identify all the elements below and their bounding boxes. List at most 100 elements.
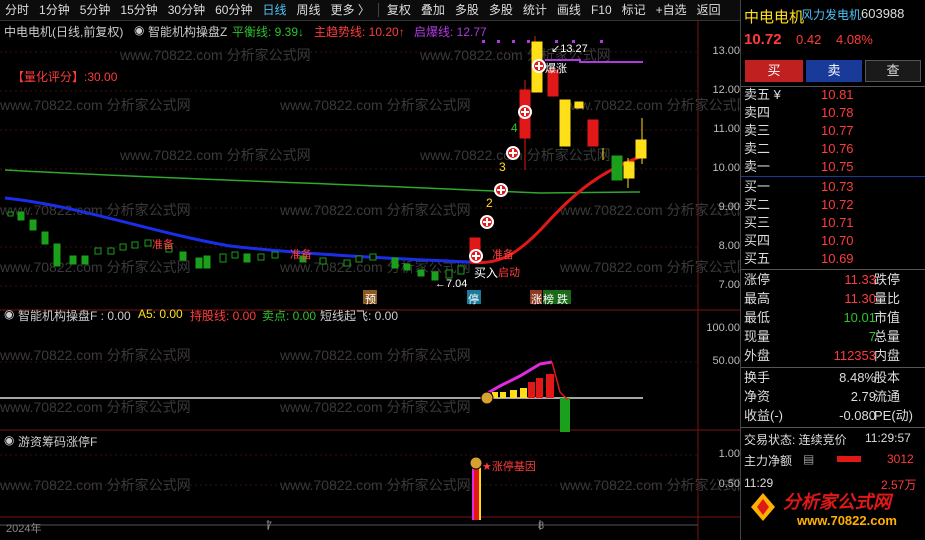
period-weekly[interactable]: 周线: [291, 0, 325, 20]
trade-time: 11:29:57: [865, 431, 911, 445]
sub1-dropdown-icon[interactable]: ◉: [4, 307, 14, 321]
multi-stock-button[interactable]: 多股: [450, 0, 484, 20]
watermark: www.70822.com 分析家公式网: [119, 147, 311, 163]
period-toolbar: 分时 1分钟 5分钟 15分钟 30分钟 60分钟 日线 周线 更多 〉 复权 …: [0, 0, 740, 21]
quote-panel: 中电电机 风力发电机 603988 10.72 0.42 4.08% 买 卖 查…: [740, 0, 925, 540]
bid-row-5[interactable]: 买五 10.69: [741, 250, 925, 268]
ask-row-2[interactable]: 卖二 10.76: [741, 140, 925, 158]
price-tick: 11.00: [713, 123, 740, 135]
indicator-name[interactable]: 智能机构操盘Z: [148, 23, 227, 40]
main-net-value: 3012: [887, 452, 914, 466]
bid-row-3[interactable]: 买三 10.71: [741, 214, 925, 232]
kline-chart-area[interactable]: www.70822.com 分析家公式网 www.70822.com 分析家公式…: [0, 20, 740, 540]
prepare-label: 准备: [290, 249, 312, 261]
xaxis-label: 2024年: [6, 523, 42, 535]
stat-volume: 现量 7 总量: [744, 329, 901, 344]
sub2-tick: 0.50: [718, 478, 740, 490]
sub1-a5: A5: 0.00: [138, 307, 183, 321]
explosion-label: 爆涨: [545, 63, 567, 75]
divider: [741, 427, 925, 428]
net-bar: [837, 456, 861, 462]
watermark: www.70822.com 分析家公式网: [279, 477, 471, 493]
prepare-label: 准备: [492, 249, 514, 261]
main-net-label: 主力净额: [744, 454, 793, 468]
ask-row-1[interactable]: 卖一 10.75: [741, 158, 925, 176]
wave-number: 2: [486, 196, 493, 210]
stock-code: 603988: [861, 6, 905, 21]
sub1-short: 短线起飞: 0.00: [320, 309, 399, 323]
f10-button[interactable]: F10: [586, 0, 617, 20]
balance-line-label: 平衡线: 9.39↓: [232, 25, 305, 39]
period-1min[interactable]: 1分钟: [34, 0, 75, 20]
list-icon[interactable]: ▤: [803, 452, 814, 466]
statistics-button[interactable]: 统计: [518, 0, 552, 20]
watermark: www.70822.com 分析家公式网: [279, 202, 471, 218]
period-more[interactable]: 更多 〉: [326, 0, 375, 20]
period-30min[interactable]: 30分钟: [163, 0, 210, 20]
tag-list: 榜: [543, 294, 554, 306]
xaxis-label: 7: [266, 520, 273, 532]
stat-net-asset: 净资 2.79 流通: [744, 389, 901, 404]
indicator-dropdown-icon[interactable]: ◉: [134, 23, 144, 37]
tag-halt: 停: [468, 294, 479, 306]
watermark: www.70822.com 分析家公式网: [119, 47, 311, 63]
start-label: 启动: [498, 267, 520, 279]
divider: [741, 269, 925, 270]
price-tick: 7.00: [718, 279, 740, 291]
chart-title: 中电电机(日线,前复权): [4, 25, 124, 39]
ask-row-3[interactable]: 卖三 10.77: [741, 122, 925, 140]
sub2-money-icon: [469, 456, 483, 470]
ask-row-4[interactable]: 卖四 10.78: [741, 104, 925, 122]
stock-name: 中电电机: [744, 9, 805, 26]
bid-row-4[interactable]: 买四 10.70: [741, 232, 925, 250]
sub1-money-icon: [480, 391, 494, 405]
prepare-label: 准备: [152, 239, 174, 251]
buy-label: 买入: [474, 266, 499, 280]
add-watchlist-button[interactable]: +自选: [651, 0, 692, 20]
multi-period-button[interactable]: 多股: [484, 0, 518, 20]
buy-button[interactable]: 买: [745, 60, 803, 82]
burst-line-label: 启爆线: 12.77: [414, 25, 487, 39]
trade-status: 交易状态: 连续竞价: [744, 433, 847, 447]
stat-outer: 外盘 112353 内盘: [744, 348, 901, 363]
trend-line-label: 主趋势线: 10.20↑: [314, 25, 405, 39]
divider: [741, 176, 925, 177]
restore-rights-button[interactable]: 复权: [382, 0, 416, 20]
back-button[interactable]: 返回: [692, 0, 726, 20]
price-change-pct: 4.08%: [836, 32, 873, 47]
sub1-tick: 100.00: [706, 322, 740, 334]
period-daily[interactable]: 日线: [257, 0, 291, 20]
ask-row-5[interactable]: 卖五 ¥10.81: [741, 86, 925, 104]
watermark: www.70822.com 分析家公式网: [279, 347, 471, 363]
high-annotation: ↙13.27: [551, 43, 588, 55]
price-tick: 13.00: [712, 45, 740, 57]
sub2-dropdown-icon[interactable]: ◉: [4, 433, 14, 447]
stock-concept[interactable]: 风力发电机: [801, 6, 861, 23]
wave-number: 3: [499, 160, 506, 174]
bid-row-1[interactable]: 买一 10.73: [741, 178, 925, 196]
stat-low: 最低 10.01 市值: [744, 310, 901, 325]
price-tick: 8.00: [718, 240, 740, 252]
sell-button[interactable]: 卖: [806, 60, 862, 82]
period-5min[interactable]: 5分钟: [75, 0, 116, 20]
watermark: www.70822.com 分析家公式网: [279, 399, 471, 415]
quant-score: 【量化评分】:30.00: [12, 70, 118, 84]
period-60min[interactable]: 60分钟: [210, 0, 257, 20]
mark-button[interactable]: 标记: [617, 0, 651, 20]
period-15min[interactable]: 15分钟: [115, 0, 162, 20]
sub1-title[interactable]: 智能机构操盘F : 0.00: [18, 307, 131, 324]
bid-row-2[interactable]: 买二 10.72: [741, 196, 925, 214]
period-fenshi[interactable]: 分时: [0, 0, 34, 20]
sub2-title[interactable]: 游资筹码涨停F: [18, 433, 97, 450]
price-tick: 9.00: [718, 201, 740, 213]
tag-down: 跌: [557, 294, 568, 306]
watermark: www.70822.com 分析家公式网: [0, 259, 191, 275]
query-button[interactable]: 查: [865, 60, 921, 82]
stat-limit-up: 涨停 11.33 跌停: [744, 272, 901, 287]
divider: [741, 367, 925, 368]
overlay-button[interactable]: 叠加: [416, 0, 450, 20]
sub2-tick: 1.00: [718, 448, 740, 460]
draw-line-button[interactable]: 画线: [552, 0, 586, 20]
sell-point-line: [551, 361, 569, 401]
wave-number: 4: [511, 121, 518, 135]
